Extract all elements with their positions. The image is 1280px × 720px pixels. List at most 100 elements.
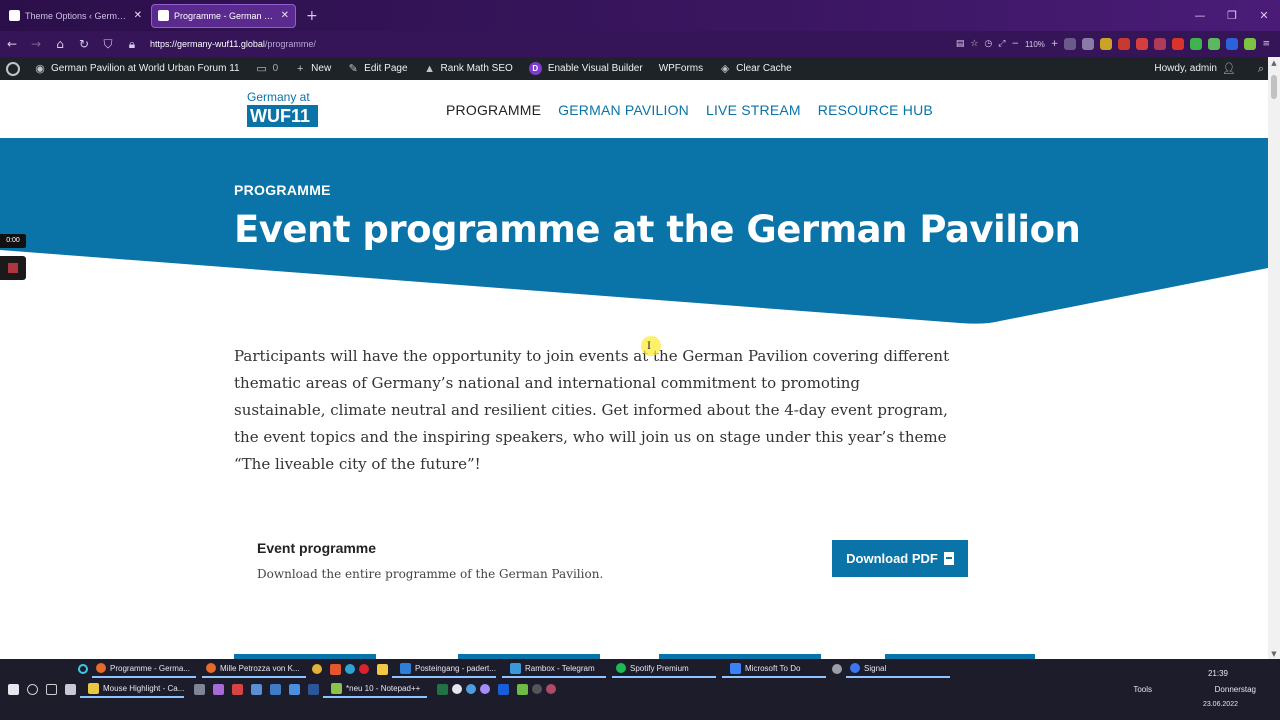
app-icon[interactable] bbox=[480, 684, 490, 694]
close-window-icon[interactable]: ✕ bbox=[1248, 9, 1280, 22]
tab-programme[interactable]: Programme - German Pavilion ✕ bbox=[151, 3, 296, 28]
nav-live-stream[interactable]: LIVE STREAM bbox=[706, 102, 801, 118]
app-icon[interactable] bbox=[517, 683, 528, 695]
app-icon[interactable] bbox=[532, 684, 542, 694]
home-icon[interactable]: ⌂ bbox=[48, 37, 72, 51]
back-icon[interactable]: ← bbox=[0, 37, 24, 51]
forward-icon[interactable]: → bbox=[24, 37, 48, 51]
zoom-level[interactable]: 110% bbox=[1025, 40, 1045, 49]
app-icon[interactable] bbox=[213, 683, 224, 695]
taskbar-app[interactable]: Signal bbox=[846, 660, 950, 678]
fullscreen-icon[interactable]: ⤢ bbox=[998, 39, 1005, 49]
app-icon[interactable] bbox=[289, 683, 300, 695]
taskbar-clock-date[interactable]: 23.06.2022 bbox=[1203, 701, 1238, 708]
taskbar-app[interactable]: Spotify Premium bbox=[612, 660, 716, 678]
maximize-icon[interactable]: ❐ bbox=[1216, 9, 1248, 22]
app-icon[interactable] bbox=[232, 683, 243, 695]
app-icon[interactable] bbox=[466, 684, 476, 694]
nav-resource-hub[interactable]: RESOURCE HUB bbox=[818, 102, 933, 118]
reload-icon[interactable]: ↻ bbox=[72, 37, 96, 51]
logo-line1: Germany at bbox=[247, 90, 310, 104]
close-icon[interactable]: ✕ bbox=[134, 10, 142, 21]
nav-programme[interactable]: PROGRAMME bbox=[446, 102, 541, 118]
windows-start-icon[interactable] bbox=[8, 683, 19, 695]
new-tab-icon[interactable]: + bbox=[306, 8, 318, 24]
taskbar-app[interactable]: *neu 10 - Notepad++ bbox=[323, 680, 427, 698]
taskbar-tools[interactable]: Tools bbox=[1133, 685, 1152, 694]
taskbar-app[interactable]: Rambox - Telegram bbox=[502, 660, 606, 678]
extension-icon[interactable] bbox=[1118, 38, 1131, 50]
admin-bar-visual-builder[interactable]: D Enable Visual Builder bbox=[521, 57, 651, 80]
tab-label: Theme Options ‹ German Pavil bbox=[25, 10, 130, 21]
taskbar-app-label: Mouse Highlight - Ca... bbox=[103, 683, 185, 693]
scroll-down-icon[interactable]: ▼ bbox=[1268, 650, 1280, 658]
extension-icon[interactable] bbox=[1244, 38, 1257, 50]
search-icon[interactable] bbox=[27, 683, 38, 695]
taskbar-app[interactable]: Mouse Highlight - Ca... bbox=[80, 680, 184, 698]
menu-icon[interactable]: ≡ bbox=[1262, 39, 1270, 49]
bookmark-star-icon[interactable]: ☆ bbox=[970, 39, 978, 49]
app-icon[interactable] bbox=[194, 683, 205, 695]
extension-icon[interactable] bbox=[1136, 38, 1149, 50]
zoom-out-icon[interactable]: − bbox=[1011, 39, 1019, 49]
extension-icon[interactable] bbox=[1208, 38, 1221, 50]
browser-tab-bar: Theme Options ‹ German Pavil ✕ Programme… bbox=[0, 0, 1280, 31]
brave-icon[interactable] bbox=[330, 663, 341, 675]
minimize-icon[interactable]: — bbox=[1184, 9, 1216, 22]
zoom-in-icon[interactable]: + bbox=[1051, 39, 1059, 49]
admin-bar-site-name[interactable]: ◉ German Pavilion at World Urban Forum 1… bbox=[26, 57, 248, 80]
recorder-stop-button[interactable] bbox=[0, 256, 26, 280]
extension-icon[interactable] bbox=[1190, 38, 1203, 50]
app-icon[interactable] bbox=[832, 664, 842, 674]
reader-view-icon[interactable]: ▤ bbox=[956, 39, 965, 49]
app-icon[interactable] bbox=[546, 684, 556, 694]
chrome-icon[interactable] bbox=[312, 664, 322, 674]
taskbar-app[interactable]: Mille Petrozza von K... bbox=[202, 660, 306, 678]
bitwarden-icon[interactable] bbox=[498, 683, 509, 695]
taskbar-clock-time[interactable]: 21:39 bbox=[1208, 669, 1228, 678]
lock-icon[interactable]: 🔒︎ bbox=[120, 37, 144, 52]
app-icon[interactable] bbox=[452, 684, 462, 694]
extension-icon[interactable] bbox=[1082, 38, 1095, 50]
admin-bar-comments[interactable]: ▭ 0 bbox=[248, 57, 287, 80]
taskbar-app[interactable]: Microsoft To Do bbox=[722, 660, 826, 678]
admin-bar-clear-cache[interactable]: ◈ Clear Cache bbox=[711, 57, 800, 80]
site-logo[interactable]: Germany at WUF11 bbox=[247, 90, 318, 127]
adblock-icon[interactable] bbox=[1172, 38, 1185, 50]
taskbar-row-1: Programme - Germa... Mille Petrozza von … bbox=[78, 659, 956, 679]
taskbar-app[interactable]: Posteingang - padert... bbox=[392, 660, 496, 678]
wordpress-logo-icon[interactable] bbox=[6, 61, 20, 76]
close-icon[interactable]: ✕ bbox=[281, 10, 289, 21]
url-bar[interactable]: https://germany-wuf11.global/programme/ bbox=[150, 34, 830, 54]
edge-icon[interactable] bbox=[345, 664, 355, 674]
scroll-up-icon[interactable]: ▲ bbox=[1268, 59, 1280, 67]
admin-bar-wpforms[interactable]: WPForms bbox=[651, 57, 711, 80]
extension-icon[interactable] bbox=[1100, 38, 1113, 50]
history-icon[interactable]: ◷ bbox=[984, 39, 992, 49]
app-icon[interactable] bbox=[251, 683, 262, 695]
shield-icon[interactable]: ⛉ bbox=[96, 37, 120, 52]
extension-icon[interactable] bbox=[1154, 38, 1167, 50]
admin-bar-edit-page[interactable]: ✎ Edit Page bbox=[339, 57, 415, 80]
taskbar-clock-day[interactable]: Donnerstag bbox=[1215, 685, 1256, 694]
app-icon[interactable] bbox=[65, 683, 76, 695]
download-pdf-button[interactable]: Download PDF bbox=[832, 540, 968, 577]
scrollbar-thumb[interactable] bbox=[1271, 75, 1277, 99]
page-scrollbar[interactable]: ▲ ▼ bbox=[1268, 57, 1280, 660]
tab-theme-options[interactable]: Theme Options ‹ German Pavil ✕ bbox=[3, 4, 148, 28]
excel-icon[interactable] bbox=[437, 683, 448, 695]
word-icon[interactable] bbox=[308, 683, 319, 695]
extension-icon[interactable] bbox=[1226, 38, 1239, 50]
admin-bar-new[interactable]: + New bbox=[286, 57, 339, 80]
app-icon[interactable] bbox=[270, 683, 281, 695]
taskbar-app[interactable]: Programme - Germa... bbox=[92, 660, 196, 678]
cortana-icon[interactable] bbox=[78, 664, 88, 674]
admin-bar-rank-math[interactable]: ▲ Rank Math SEO bbox=[416, 57, 521, 80]
nav-german-pavilion[interactable]: GERMAN PAVILION bbox=[558, 102, 689, 118]
extension-icon[interactable] bbox=[1064, 38, 1077, 50]
file-explorer-icon[interactable] bbox=[377, 663, 388, 675]
task-view-icon[interactable] bbox=[46, 683, 57, 695]
opera-icon[interactable] bbox=[359, 664, 369, 674]
wpforms-label: WPForms bbox=[658, 63, 704, 74]
admin-bar-account[interactable]: Howdy, admin 👤︎ bbox=[1146, 57, 1247, 80]
